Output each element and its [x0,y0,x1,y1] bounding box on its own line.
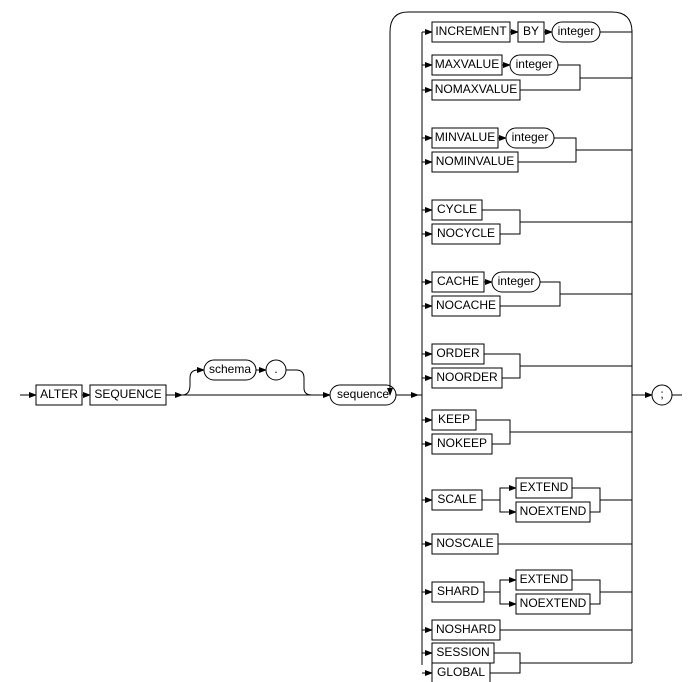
global-keyword: GLOBAL [437,665,485,679]
nocache-keyword: NOCACHE [436,298,496,312]
keep-keyword: KEEP [438,412,470,426]
integer-param-3: integer [512,130,549,144]
maxvalue-keyword: MAXVALUE [435,57,499,71]
by-keyword: BY [523,24,539,38]
noshard-keyword: NOSHARD [436,622,496,636]
integer-param-1: integer [558,24,595,38]
extend-keyword-1: EXTEND [520,480,569,494]
dot: . [274,362,277,376]
nocycle-keyword: NOCYCLE [437,226,495,240]
cache-keyword: CACHE [437,274,479,288]
order-keyword: ORDER [436,346,480,360]
sequence-keyword: SEQUENCE [94,387,161,401]
nominvalue-keyword: NOMINVALUE [436,154,514,168]
noorder-keyword: NOORDER [436,370,498,384]
extend-keyword-2: EXTEND [520,572,569,586]
shard-keyword: SHARD [437,584,479,598]
alter-keyword: ALTER [40,387,78,401]
increment-keyword: INCREMENT [435,24,507,38]
nokeep-keyword: NOKEEP [437,436,487,450]
integer-param-4: integer [498,274,535,288]
minvalue-keyword: MINVALUE [435,130,495,144]
cycle-keyword: CYCLE [437,202,477,216]
schema-param: schema [209,362,251,376]
sequence-param: sequence [337,387,389,401]
noscale-keyword: NOSCALE [436,536,493,550]
noextend-keyword-1: NOEXTEND [520,504,587,518]
session-keyword: SESSION [436,645,489,659]
integer-param-2: integer [516,57,553,71]
semicolon: ; [660,387,663,401]
scale-keyword: SCALE [437,492,476,506]
nomaxvalue-keyword: NOMAXVALUE [435,82,517,96]
syntax-diagram: ALTER SEQUENCE schema . sequence ; INCRE… [0,0,689,682]
noextend-keyword-2: NOEXTEND [520,596,587,610]
